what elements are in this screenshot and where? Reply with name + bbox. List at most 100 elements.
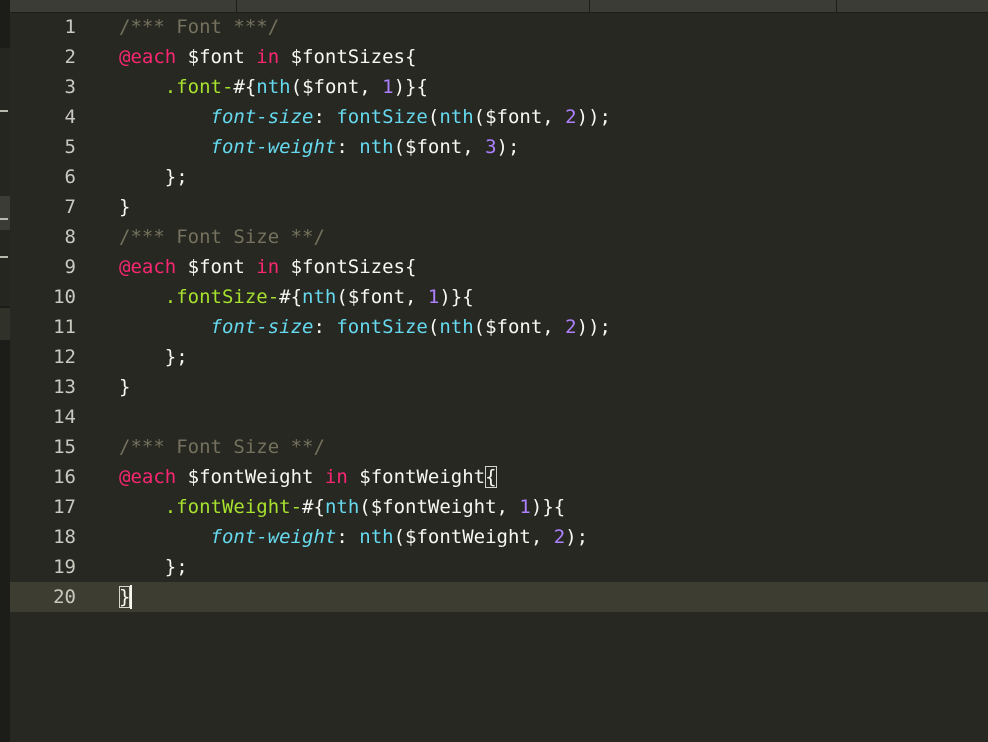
code-token-property: font-size: [210, 316, 314, 338]
code-token-selector: .font-: [164, 76, 234, 98]
code-token-plain: ($font,: [393, 136, 486, 158]
code-text[interactable]: font-weight: nth($font, 3);: [119, 132, 520, 162]
code-line[interactable]: 5 font-weight: nth($font, 3);: [10, 132, 988, 162]
code-token-plain: ($font,: [290, 76, 383, 98]
code-text[interactable]: /*** Font ***/: [119, 12, 279, 42]
code-text[interactable]: font-size: fontSize(nth($font, 2));: [119, 102, 611, 132]
code-line[interactable]: 3 .font-#{nth($font, 1)}{: [10, 72, 988, 102]
line-number: 17: [53, 496, 76, 518]
code-token-number: 2: [565, 106, 577, 128]
code-token-number: 2: [553, 526, 566, 548]
code-line[interactable]: 4 font-size: fontSize(nth($font, 2));: [10, 102, 988, 132]
code-line[interactable]: 10 .fontSize-#{nth($font, 1)}{: [10, 282, 988, 312]
code-text[interactable]: }: [119, 372, 130, 402]
code-line[interactable]: 9 @each $font in $fontSizes{: [10, 252, 988, 282]
code-text[interactable]: /*** Font Size **/: [119, 432, 325, 462]
sidebar-panel-shade: [0, 48, 10, 306]
code-line[interactable]: 13}: [10, 372, 988, 402]
code-token-comment: /*** Font Size **/: [119, 226, 325, 248]
code-line[interactable]: 16 @each $fontWeight in $fontWeight{: [10, 462, 988, 492]
line-number: 5: [64, 136, 76, 158]
code-token-plain: )}{: [439, 286, 474, 308]
sidebar-ellipsis-icon: [0, 110, 8, 112]
code-text[interactable]: .fontWeight-#{nth($fontWeight, 1)}{: [119, 492, 565, 522]
code-token-plain: #{: [302, 496, 325, 518]
code-line[interactable]: 19 };: [10, 552, 988, 582]
code-token-number: 1: [382, 76, 394, 98]
code-text[interactable]: @each $font in $fontSizes{: [119, 252, 416, 282]
code-text[interactable]: @each $fontWeight in $fontWeight{: [119, 462, 497, 492]
code-line[interactable]: 7}: [10, 192, 988, 222]
code-token-plain: ($font,: [473, 316, 566, 338]
code-token-plain: (: [427, 316, 440, 338]
line-number: 1: [64, 16, 76, 38]
code-line[interactable]: 18 font-weight: nth($fontWeight, 2);: [10, 522, 988, 552]
code-token-function: fontSize: [336, 106, 428, 128]
code-token-number: 2: [565, 316, 577, 338]
code-text[interactable]: .font-#{nth($font, 1)}{: [119, 72, 428, 102]
code-text[interactable]: /*** Font Size **/: [119, 222, 325, 252]
code-line[interactable]: 2 @each $font in $fontSizes{: [10, 42, 988, 72]
line-number: 20: [53, 586, 76, 608]
code-token-plain: $fontWeight: [176, 466, 325, 488]
code-token-plain: #{: [279, 286, 303, 308]
sidebar-selected-item[interactable]: [0, 196, 10, 230]
line-number: 2: [64, 46, 76, 68]
code-text[interactable]: };: [119, 342, 188, 372]
sidebar-edge[interactable]: [0, 0, 10, 742]
code-token-number: 1: [519, 496, 531, 518]
code-text[interactable]: .fontSize-#{nth($font, 1)}{: [119, 282, 474, 312]
code-text[interactable]: }: [119, 582, 131, 612]
code-line[interactable]: 11 font-size: fontSize(nth($font, 2));: [10, 312, 988, 342]
code-token-selector: .fontWeight-: [164, 496, 303, 518]
code-line[interactable]: 6 };: [10, 162, 988, 192]
code-token-plain: $fontSizes{: [279, 46, 417, 68]
sidebar-item[interactable]: [0, 308, 10, 340]
code-text[interactable]: };: [119, 162, 188, 192]
code-token-function: nth: [439, 106, 474, 128]
code-line[interactable]: 8 /*** Font Size **/: [10, 222, 988, 252]
code-line[interactable]: 1 /*** Font ***/: [10, 12, 988, 42]
code-token-plain: (: [427, 106, 440, 128]
code-text[interactable]: font-size: fontSize(nth($font, 2));: [119, 312, 611, 342]
tab-divider: [236, 0, 237, 12]
sidebar-ellipsis-icon: [0, 256, 8, 258]
code-text[interactable]: }: [119, 192, 130, 222]
code-line[interactable]: 14: [10, 402, 988, 432]
line-number: 14: [53, 406, 76, 428]
code-token-plain: }: [119, 376, 131, 398]
line-number: 7: [64, 196, 76, 218]
code-text[interactable]: };: [119, 552, 188, 582]
code-text[interactable]: font-weight: nth($fontWeight, 2);: [119, 522, 589, 552]
code-token-number: 1: [427, 286, 440, 308]
code-line[interactable]: 17 .fontWeight-#{nth($fontWeight, 1)}{: [10, 492, 988, 522]
code-token-keyword: in: [256, 46, 280, 68]
code-line[interactable]: 12 };: [10, 342, 988, 372]
code-token-plain: :: [336, 136, 360, 158]
code-line[interactable]: 20}: [10, 582, 988, 612]
code-token-plain: $fontWeight: [347, 466, 486, 488]
code-token-plain: ));: [576, 316, 611, 338]
code-token-selector: .fontSize-: [164, 286, 280, 308]
code-token-function: fontSize: [336, 316, 428, 338]
code-token-plain: {: [485, 466, 497, 488]
code-token-keyword: @each: [119, 256, 177, 278]
tab-divider: [836, 0, 837, 12]
line-number: 9: [64, 256, 76, 278]
code-token-comment: /*** Font ***/: [119, 16, 280, 38]
line-number: 18: [53, 526, 76, 548]
code-token-plain: }: [119, 196, 131, 218]
code-text[interactable]: @each $font in $fontSizes{: [119, 42, 416, 72]
code-token-plain: $fontSizes{: [279, 256, 417, 278]
code-line[interactable]: 15 /*** Font Size **/: [10, 432, 988, 462]
code-token-function: nth: [302, 286, 337, 308]
code-editor[interactable]: 1 /*** Font ***/ 2 @each $font in $fontSize…: [10, 12, 988, 742]
code-token-number: 3: [485, 136, 497, 158]
code-token-function: nth: [324, 496, 360, 518]
code-token-plain: $font: [176, 256, 257, 278]
code-token-function: nth: [256, 76, 291, 98]
code-token-plain: ));: [576, 106, 611, 128]
line-number: 8: [64, 226, 76, 248]
